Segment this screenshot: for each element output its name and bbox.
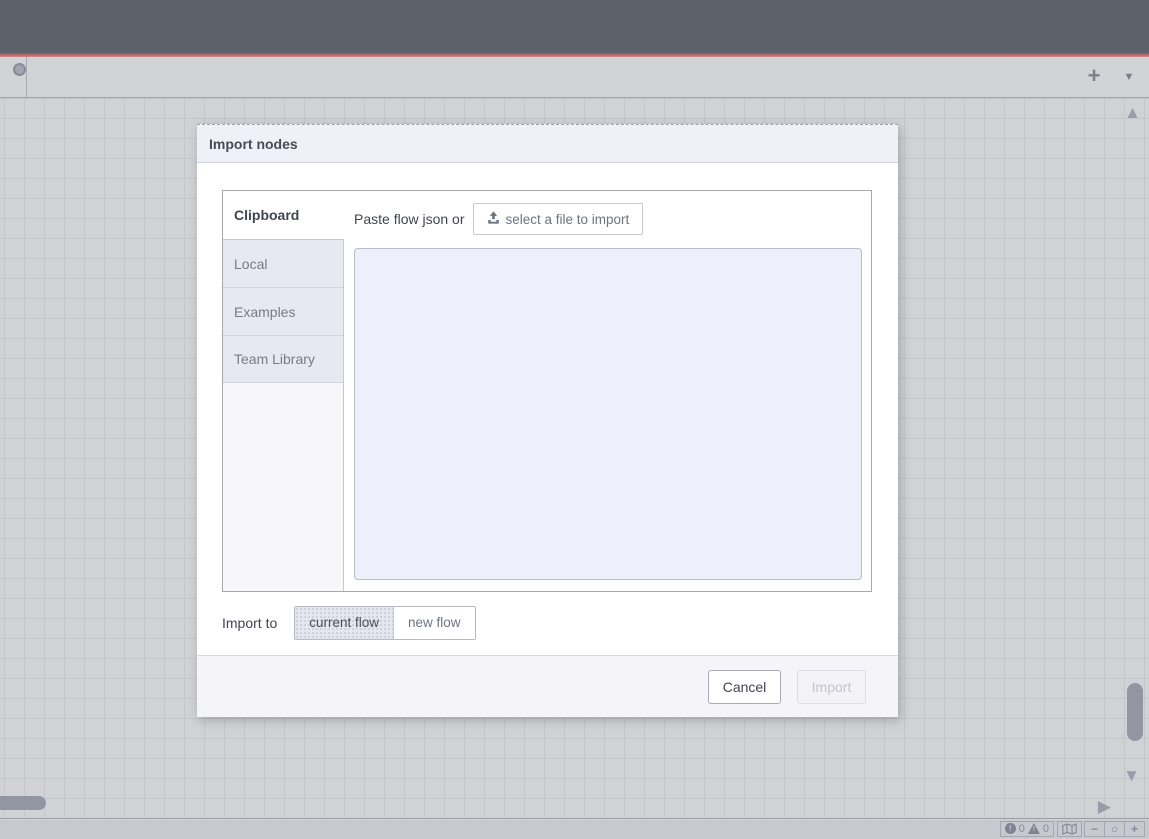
warning-count: 0: [1043, 822, 1049, 836]
select-file-button[interactable]: select a file to import: [473, 203, 644, 235]
tab-local[interactable]: Local: [223, 239, 343, 287]
sidebar-toggle-icon[interactable]: ▶: [1098, 797, 1111, 817]
vertical-scrollbar-thumb[interactable]: [1127, 683, 1143, 741]
dialog-body: Clipboard Local Examples Team Library Pa…: [197, 163, 898, 717]
upload-icon: [487, 211, 500, 227]
horizontal-scrollbar-thumb[interactable]: [0, 796, 46, 810]
scroll-up-icon[interactable]: ▲: [1124, 103, 1141, 123]
import-target-toggle: current flow new flow: [294, 606, 475, 640]
tab-clipboard[interactable]: Clipboard: [223, 191, 344, 239]
new-flow-button[interactable]: new flow: [393, 607, 475, 639]
import-button[interactable]: Import: [797, 670, 866, 704]
import-content-box: Clipboard Local Examples Team Library Pa…: [222, 190, 872, 592]
zoom-in-button[interactable]: +: [1124, 821, 1145, 837]
map-icon: [1062, 823, 1077, 835]
flow-json-textarea[interactable]: [354, 248, 862, 580]
clipboard-pane: Paste flow json or select a file to impo…: [344, 191, 872, 591]
navigator-button[interactable]: [1057, 821, 1082, 837]
workspace-focus-dot: [13, 63, 26, 76]
tab-team-library[interactable]: Team Library: [223, 335, 343, 383]
paste-label: Paste flow json or: [354, 211, 465, 227]
import-to-row: Import to current flow new flow: [222, 606, 476, 640]
flow-list-menu-button[interactable]: ▼: [1119, 68, 1139, 86]
scroll-down-icon[interactable]: ▼: [1123, 766, 1140, 786]
cancel-button[interactable]: Cancel: [708, 670, 781, 704]
current-flow-button[interactable]: current flow: [295, 607, 393, 639]
zoom-reset-button[interactable]: ○: [1104, 821, 1125, 837]
tabbar-divider: [26, 57, 27, 97]
tab-examples[interactable]: Examples: [223, 287, 343, 335]
zoom-out-button[interactable]: −: [1084, 821, 1105, 837]
paste-row: Paste flow json or select a file to impo…: [354, 203, 862, 235]
dialog-footer: Cancel Import: [197, 655, 898, 717]
error-count: 0: [1019, 822, 1025, 836]
import-to-label: Import to: [222, 615, 277, 631]
import-nodes-dialog: Import nodes Clipboard Local Examples Te…: [197, 124, 898, 717]
warning-icon: !: [1028, 823, 1040, 834]
dialog-title: Import nodes: [197, 125, 898, 163]
zoom-controls: − ○ +: [1085, 821, 1145, 837]
import-tabs: Clipboard Local Examples Team Library: [223, 191, 344, 591]
footer-bar: ! 0 ! 0 − ○ +: [0, 820, 1149, 839]
app-header: [0, 0, 1149, 53]
notification-counts[interactable]: ! 0 ! 0: [1000, 821, 1054, 837]
select-file-label: select a file to import: [506, 212, 630, 227]
error-icon: !: [1005, 823, 1016, 834]
workspace-tabbar: + ▼: [0, 57, 1149, 98]
add-flow-button[interactable]: +: [1080, 60, 1108, 94]
